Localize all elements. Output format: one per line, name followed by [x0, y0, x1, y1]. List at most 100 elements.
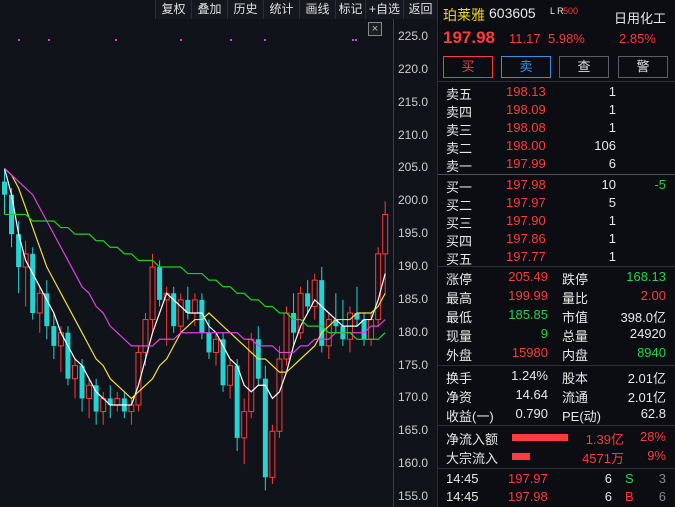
- ask-row[interactable]: 卖二 198.00 106: [438, 138, 675, 156]
- candle: [72, 359, 78, 399]
- flow-bar: [512, 453, 530, 460]
- stat-label: 最高: [446, 291, 473, 306]
- ask-row[interactable]: 卖三 198.08 1: [438, 120, 675, 138]
- draw-line-button[interactable]: 画线: [299, 0, 335, 19]
- back-button[interactable]: 返回: [403, 0, 437, 19]
- history-button[interactable]: 历史: [227, 0, 263, 19]
- ask-price: 198.13: [506, 84, 546, 99]
- candle: [227, 359, 234, 399]
- candle: [248, 332, 255, 419]
- candle: [65, 326, 71, 386]
- stat-value: 62.8: [640, 406, 666, 421]
- stat-label: 市值: [562, 310, 589, 325]
- stat-label: 现量: [446, 329, 473, 344]
- price-axis: 225.0 220.0 215.0 210.0 205.0 200.0 195.0 190.0…: [393, 19, 437, 507]
- flow-pct: 9%: [647, 448, 666, 463]
- candle: [311, 273, 318, 320]
- bid-row[interactable]: 买一 197.98 10 -5: [438, 177, 675, 195]
- price-tick-label: 220.0: [398, 61, 429, 76]
- candle: [177, 293, 184, 333]
- industry-name[interactable]: 日用化工: [614, 8, 666, 27]
- stat-label: 涨停: [446, 272, 473, 287]
- tick-count: 6: [658, 489, 666, 504]
- price-tick-label: 170.0: [398, 390, 429, 405]
- restore-rights-button[interactable]: 复权: [155, 0, 191, 19]
- stat-value: 199.99: [508, 288, 548, 303]
- stat-value: 14.64: [515, 387, 548, 402]
- event-marker: [264, 39, 266, 41]
- stat-label: 股本: [562, 371, 589, 386]
- bid-row[interactable]: 买四 197.86 1: [438, 231, 675, 249]
- ask-price: 197.99: [506, 156, 546, 171]
- stat-value: 168.13: [626, 269, 666, 284]
- stat-row: 外盘 15980 内盘 8940: [438, 345, 675, 363]
- candle: [86, 378, 93, 419]
- bid-label: 买一: [446, 180, 473, 195]
- price-tick-label: 185.0: [398, 291, 429, 306]
- stock-rank: 500: [563, 6, 579, 16]
- stat-row: 涨停 205.49 跌停 168.13: [438, 269, 675, 287]
- mark-button[interactable]: 标记: [335, 0, 365, 19]
- event-marker: [230, 39, 232, 41]
- bid-row[interactable]: 买五 197.77 1: [438, 249, 675, 267]
- quote-panel: 珀莱雅 603605 L R 500 日用化工 197.98 11.17 5.9…: [437, 0, 675, 507]
- ask-row[interactable]: 卖五 198.13 1: [438, 84, 675, 102]
- price-tick-label: 195.0: [398, 226, 429, 241]
- price-tick-label: 200.0: [398, 193, 429, 208]
- statistics-button[interactable]: 统计: [263, 0, 299, 19]
- stat-label: 流通: [562, 390, 589, 405]
- bid-price: 197.98: [506, 177, 546, 192]
- ask-price: 198.08: [506, 120, 546, 135]
- flow-value: 4571万: [582, 451, 624, 466]
- price-change: 11.17: [509, 31, 541, 46]
- ask-row[interactable]: 卖四 198.09 1: [438, 102, 675, 120]
- ask-label: 卖五: [446, 87, 473, 102]
- candle: [361, 313, 367, 346]
- bid-row[interactable]: 买三 197.90 1: [438, 213, 675, 231]
- candle: [79, 359, 85, 412]
- ma5-line: [3, 168, 386, 406]
- candle: [346, 306, 353, 353]
- tick-volume: 6: [604, 489, 612, 504]
- query-button[interactable]: 查: [559, 56, 609, 78]
- candle: [107, 385, 113, 419]
- stat-value: 0.790: [515, 406, 548, 421]
- ask-volume: 1: [608, 120, 616, 135]
- stat-value: 24920: [629, 326, 666, 341]
- stock-code: 603605: [489, 5, 536, 21]
- flow-label: 大宗流入: [446, 451, 499, 466]
- candle: [305, 280, 311, 313]
- sell-button[interactable]: 卖: [501, 56, 551, 78]
- stat-value: 185.85: [508, 307, 548, 322]
- buy-button[interactable]: 买: [443, 56, 493, 78]
- add-watchlist-button[interactable]: +自选: [365, 0, 403, 19]
- kline-chart[interactable]: 复权 叠加 历史 统计 画线 标记 +自选 返回 × 225.0 220.0 215…: [0, 0, 437, 507]
- stat-row: 收益(一) 0.790 PE(动) 62.8: [438, 406, 675, 424]
- ask-label: 卖二: [446, 141, 473, 156]
- candlestick-plot[interactable]: [0, 19, 393, 507]
- bid-row[interactable]: 买二 197.97 5: [438, 195, 675, 213]
- candle: [234, 359, 240, 451]
- ask-row[interactable]: 卖一 197.99 6: [438, 156, 675, 174]
- price-tick-label: 155.0: [398, 489, 429, 503]
- stat-row: 最高 199.99 量比 2.00: [438, 288, 675, 306]
- bid-volume: 5: [608, 195, 616, 210]
- candle: [340, 299, 346, 346]
- tick-row: 14:45 197.97 6 S 3: [438, 471, 675, 489]
- candle: [325, 313, 332, 359]
- alert-button[interactable]: 警: [618, 56, 668, 78]
- overlay-button[interactable]: 叠加: [191, 0, 227, 19]
- tick-price: 197.98: [508, 489, 548, 504]
- stat-value: 1.24%: [511, 368, 548, 383]
- stat-value: 2.01亿: [627, 390, 666, 405]
- stat-value: 15980: [511, 345, 548, 360]
- candle: [333, 293, 339, 333]
- candle: [114, 391, 121, 412]
- bid-label: 买四: [446, 234, 473, 249]
- flow-row: 净流入额 1.39亿 28%: [438, 429, 675, 447]
- candle: [255, 326, 261, 386]
- current-price: 197.98: [443, 28, 495, 47]
- flow-label: 净流入额: [446, 432, 499, 447]
- event-marker: [48, 39, 50, 41]
- stat-row: 换手 1.24% 股本 2.01亿: [438, 368, 675, 386]
